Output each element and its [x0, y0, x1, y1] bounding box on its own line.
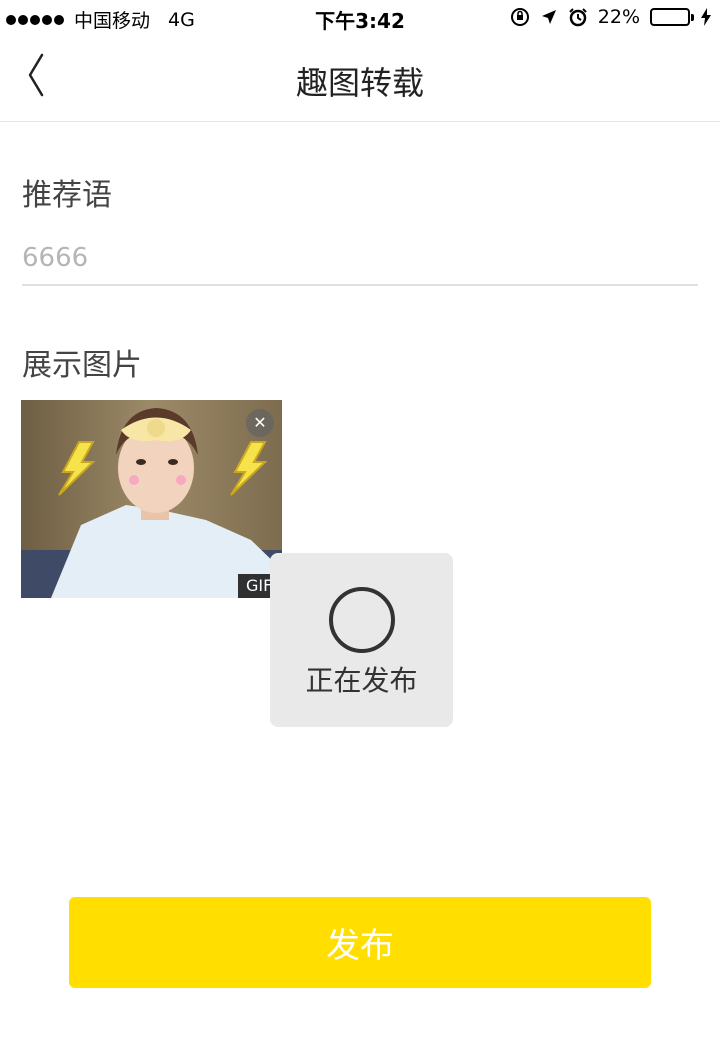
- charging-icon: [701, 8, 711, 26]
- page-title: 趣图转载: [295, 64, 424, 102]
- remove-image-button[interactable]: ✕: [246, 409, 274, 437]
- recommend-input[interactable]: [22, 232, 698, 286]
- loading-spinner-icon: [329, 587, 395, 653]
- publish-button[interactable]: 发布: [69, 897, 651, 988]
- battery-icon: [650, 8, 694, 26]
- image-thumbnail[interactable]: ✕ GIF: [21, 400, 282, 598]
- orientation-lock-icon: [510, 8, 529, 26]
- alarm-icon: [569, 8, 587, 27]
- images-label: 展示图片: [22, 348, 142, 383]
- gif-preview-image: [21, 400, 282, 598]
- status-right: 22%: [510, 6, 712, 28]
- nav-bar: 趣图转载: [0, 36, 720, 122]
- battery-percent: 22%: [597, 6, 640, 28]
- location-arrow-icon: [541, 10, 556, 24]
- recommend-label: 推荐语: [22, 178, 112, 213]
- toast-message: 正在发布: [305, 664, 418, 697]
- status-bar: 中国移动 4G 下午3:42 22%: [0, 0, 720, 36]
- close-icon: ✕: [253, 413, 267, 432]
- publishing-toast: 正在发布: [270, 553, 453, 727]
